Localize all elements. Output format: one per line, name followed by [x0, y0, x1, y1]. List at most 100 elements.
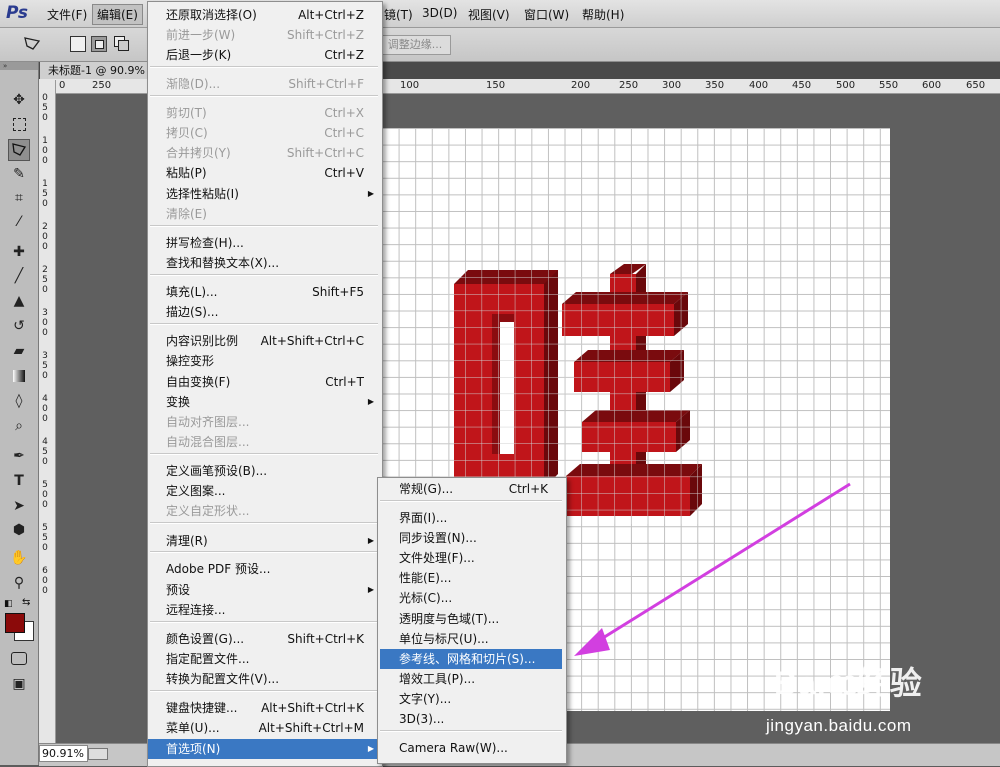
preferences-menu-item[interactable]: 单位与标尺(U)...: [380, 629, 564, 649]
preferences-menu-item[interactable]: 参考线、网格和切片(S)...: [380, 649, 562, 669]
menu-item-label: 操控变形: [166, 354, 215, 368]
healing-brush-tool-icon[interactable]: ✚: [9, 242, 29, 262]
preferences-menu-item[interactable]: 增效工具(P)...: [380, 669, 564, 689]
edit-menu-item[interactable]: 键盘快捷键... Alt+Shift+Ctrl+K: [148, 698, 380, 718]
zoom-level-field[interactable]: 90.91%: [39, 745, 88, 762]
preferences-menu-item[interactable]: Camera Raw(W)...: [380, 738, 564, 758]
ruler-tick: 200: [571, 80, 591, 91]
menu-separator: [150, 551, 378, 553]
edit-menu-item[interactable]: 填充(L)... Shift+F5: [148, 282, 380, 302]
stamp-tool-icon[interactable]: ▲: [9, 291, 29, 311]
lasso-tool-icon[interactable]: [8, 139, 30, 161]
edit-menu-item[interactable]: 后退一步(K) Ctrl+Z: [148, 45, 380, 65]
edit-menu-item[interactable]: 菜单(U)... Alt+Shift+Ctrl+M: [148, 718, 380, 738]
menu-window[interactable]: 窗口(W): [520, 5, 573, 24]
edit-menu-item[interactable]: 清理(R) ▶: [148, 531, 380, 551]
edit-menu-dropdown: 还原取消选择(O) Alt+Ctrl+Z 前进一步(W) Shift+Ctrl+Z 后退…: [147, 1, 383, 767]
ruler-tick: 1: [42, 179, 48, 189]
edit-menu-item[interactable]: 定义画笔预设(B)...: [148, 461, 380, 481]
swap-colors-icon[interactable]: ⇆: [22, 597, 30, 608]
type-tool-icon[interactable]: T: [9, 471, 29, 491]
toolbox-collapse-icon[interactable]: »: [0, 62, 38, 70]
shape-tool-icon[interactable]: ⬢: [9, 520, 29, 540]
preferences-menu-item[interactable]: 3D(3)...: [380, 709, 564, 729]
crop-tool-icon[interactable]: ⌗: [9, 188, 29, 208]
menu-item-shortcut: Ctrl+Z: [324, 48, 364, 62]
refine-edge-button[interactable]: 调整边缘...: [379, 35, 451, 55]
edit-menu-item[interactable]: 转换为配置文件(V)...: [148, 669, 380, 689]
preferences-menu-item[interactable]: 界面(I)...: [380, 508, 564, 528]
edit-menu-item[interactable]: 粘贴(P) Ctrl+V: [148, 163, 380, 183]
subtract-selection-icon[interactable]: [114, 36, 129, 51]
edit-menu-item[interactable]: 查找和替换文本(X)...: [148, 253, 380, 273]
path-select-tool-icon[interactable]: ➤: [9, 496, 29, 516]
edit-menu-item[interactable]: 远程连接...: [148, 600, 380, 620]
hand-tool-icon[interactable]: ✋: [9, 548, 29, 568]
preferences-menu-item[interactable]: 性能(E)...: [380, 568, 564, 588]
preferences-menu-item[interactable]: 同步设置(N)...: [380, 528, 564, 548]
menu-help[interactable]: 帮助(H): [578, 5, 628, 24]
history-brush-tool-icon[interactable]: ↺: [9, 316, 29, 336]
edit-menu-item[interactable]: 操控变形: [148, 351, 380, 371]
menu-item-label: 文字(Y)...: [399, 692, 452, 706]
menu-file[interactable]: 文件(F): [43, 5, 91, 24]
edit-menu-item[interactable]: 拼写检查(H)...: [148, 233, 380, 253]
menu-item-label: Camera Raw(W)...: [399, 741, 508, 755]
menu-item-label: 定义画笔预设(B)...: [166, 464, 268, 478]
brush-tool-icon[interactable]: ╱: [9, 266, 29, 286]
default-colors-icon[interactable]: ◧: [4, 599, 13, 609]
edit-menu-item[interactable]: 指定配置文件...: [148, 649, 380, 669]
quick-mask-icon[interactable]: [9, 648, 29, 668]
edit-menu-item[interactable]: 选择性粘贴(I) ▶: [148, 184, 380, 204]
edit-menu-item[interactable]: 首选项(N) ▶: [148, 739, 380, 759]
move-tool-icon[interactable]: ✥: [9, 90, 29, 110]
menu-item-shortcut: Shift+Ctrl+K: [287, 632, 364, 646]
menu-view[interactable]: 视图(V): [464, 5, 514, 24]
edit-menu-item[interactable]: 颜色设置(G)... Shift+Ctrl+K: [148, 629, 380, 649]
menu-separator: [380, 730, 562, 732]
dodge-tool-icon[interactable]: ⌕: [9, 416, 29, 436]
quick-select-tool-icon[interactable]: ✎: [9, 164, 29, 184]
gradient-tool-icon[interactable]: [9, 366, 29, 386]
edit-menu-item[interactable]: 定义图案...: [148, 481, 380, 501]
preferences-menu-item[interactable]: 常规(G)... Ctrl+K: [380, 479, 564, 499]
new-selection-icon[interactable]: [70, 36, 86, 52]
document-tab[interactable]: 未标题-1 @ 90.9%: [40, 62, 148, 79]
edit-menu-item[interactable]: 预设 ▶: [148, 580, 380, 600]
foreground-color-swatch[interactable]: [5, 613, 25, 633]
menu-item-label: 合并拷贝(Y): [166, 146, 231, 160]
menu-item-label: 清除(E): [166, 207, 207, 221]
eraser-tool-icon[interactable]: ▰: [9, 341, 29, 361]
menu-3d[interactable]: 3D(D): [418, 5, 461, 21]
eyedropper-tool-icon[interactable]: ⁄: [9, 212, 29, 232]
edit-menu-item[interactable]: 还原取消选择(O) Alt+Ctrl+Z: [148, 5, 380, 25]
polygon-lasso-icon[interactable]: [22, 35, 42, 53]
ruler-tick: 0: [42, 285, 48, 295]
edit-menu-item: 自动对齐图层...: [148, 412, 380, 432]
pen-tool-icon[interactable]: ✒: [9, 446, 29, 466]
add-selection-icon[interactable]: [91, 36, 107, 52]
menu-item-label: 前进一步(W): [166, 28, 236, 42]
marquee-tool-icon[interactable]: [9, 114, 29, 134]
edit-menu-item[interactable]: 内容识别比例 Alt+Shift+Ctrl+C: [148, 331, 380, 351]
ruler-tick: 150: [486, 80, 506, 91]
menu-item-shortcut: Alt+Shift+Ctrl+M: [258, 721, 364, 735]
status-info-icon[interactable]: [88, 748, 108, 760]
edit-menu-item[interactable]: 描边(S)...: [148, 302, 380, 322]
screen-mode-icon[interactable]: ▣: [9, 674, 29, 694]
edit-menu-item: 剪切(T) Ctrl+X: [148, 103, 380, 123]
menu-filter[interactable]: 镜(T): [380, 5, 417, 24]
menu-item-label: 增效工具(P)...: [399, 672, 476, 686]
edit-menu-item[interactable]: Adobe PDF 预设...: [148, 559, 380, 579]
menu-edit[interactable]: 编辑(E): [92, 4, 143, 25]
zoom-tool-icon[interactable]: ⚲: [9, 573, 29, 593]
edit-menu-item[interactable]: 自由变换(F) Ctrl+T: [148, 372, 380, 392]
preferences-menu-item[interactable]: 文字(Y)...: [380, 689, 564, 709]
preferences-menu-item[interactable]: 文件处理(F)...: [380, 548, 564, 568]
edit-menu-item[interactable]: 变换 ▶: [148, 392, 380, 412]
menu-item-label: 查找和替换文本(X)...: [166, 256, 280, 270]
blur-tool-icon[interactable]: ◊: [9, 391, 29, 411]
preferences-menu-item[interactable]: 光标(C)...: [380, 588, 564, 608]
preferences-menu-item[interactable]: 透明度与色域(T)...: [380, 609, 564, 629]
menu-item-label: 定义图案...: [166, 484, 226, 498]
